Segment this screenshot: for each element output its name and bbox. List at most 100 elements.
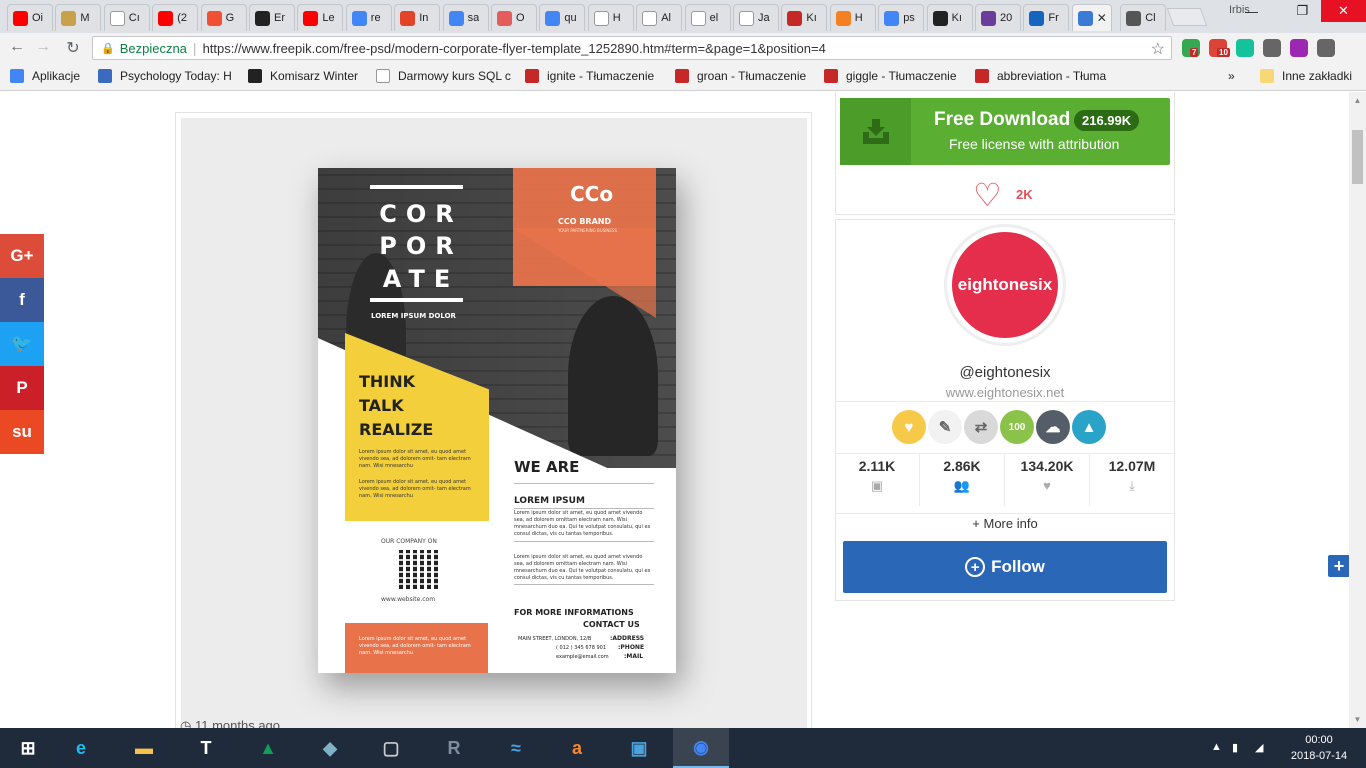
grammarly-icon[interactable] (1236, 39, 1254, 57)
bookmark-item[interactable]: Aplikacje (10, 69, 80, 83)
bookmark-item[interactable]: groan - Tłumaczenie (675, 69, 806, 83)
sublime-icon[interactable]: ◆ (302, 728, 358, 768)
address-bar[interactable]: 🔒 Bezpieczna | https://www.freepik.com/f… (92, 36, 1172, 60)
pinterest-icon[interactable]: P (0, 366, 44, 410)
bookmark-item[interactable]: Komisarz Winter (248, 69, 358, 83)
browser-tab[interactable]: Er (249, 4, 295, 31)
url-text[interactable]: https://www.freepik.com/free-psd/modern-… (203, 41, 826, 56)
storm-cloud-icon[interactable]: ☁ (1036, 410, 1070, 444)
browser-tab[interactable]: (2 (152, 4, 199, 31)
browser-tab[interactable]: H (829, 4, 876, 31)
r-studio-icon[interactable]: R (426, 728, 482, 768)
browser-tab[interactable]: M (55, 4, 102, 31)
bookmark-item[interactable]: ignite - Tłumaczenie (525, 69, 654, 83)
stat-divider (1089, 454, 1090, 506)
bookmark-star-icon[interactable]: ☆ (1151, 39, 1165, 59)
other-bookmarks[interactable]: Inne zakładki (1260, 69, 1352, 83)
browser-tab[interactable]: G (200, 4, 247, 31)
new-tab-button[interactable] (1166, 8, 1208, 26)
flame-globe-icon[interactable]: ▲ (1072, 410, 1106, 444)
comments-100-icon[interactable]: 100 (1000, 410, 1034, 444)
facebook-icon[interactable]: f (0, 278, 44, 322)
file-explorer-icon[interactable]: ▬ (116, 728, 172, 768)
google-drive-icon[interactable]: ▲ (240, 728, 296, 768)
twitter-icon[interactable]: 🐦 (0, 322, 44, 366)
frame-app-icon[interactable]: ▣ (611, 728, 667, 768)
network-icon[interactable]: ◢ (1255, 741, 1263, 754)
back-icon[interactable]: ← (6, 38, 28, 56)
page-scrollbar[interactable]: ▲ ▼ (1349, 92, 1366, 728)
tab-label: Er (274, 12, 285, 24)
virtual-machine-icon[interactable]: ▢ (363, 728, 419, 768)
browser-tab[interactable]: Fr (1023, 4, 1070, 31)
author-handle[interactable]: @eightonesix (835, 364, 1175, 381)
page-icon (593, 10, 609, 26)
tray-arrow-icon[interactable]: ▲ (1211, 741, 1222, 753)
free-download-button[interactable]: Free Download 216.99K Free license with … (840, 98, 1170, 165)
internet-explorer-icon[interactable]: e (53, 728, 109, 768)
browser-tab[interactable]: Le (297, 4, 344, 31)
colorwheel-icon[interactable] (1290, 39, 1308, 57)
like-heart-icon[interactable]: ♡ (973, 176, 1002, 214)
clock-time[interactable]: 00:00 (1289, 734, 1349, 746)
browser-tab[interactable]: Kı (926, 4, 973, 31)
extension-red-icon[interactable]: 10 (1209, 39, 1230, 57)
scroll-thumb[interactable] (1352, 130, 1363, 184)
tab-close-icon[interactable]: ✕ (1097, 11, 1107, 25)
stumbleupon-icon[interactable]: su (0, 410, 44, 454)
browser-tab[interactable]: Ja (733, 4, 779, 31)
browser-tab[interactable]: el (684, 4, 731, 31)
browser-tab[interactable]: ps (878, 4, 925, 31)
battery-icon[interactable]: ▮ (1232, 741, 1238, 754)
chrome-icon[interactable]: ◉ (673, 728, 729, 768)
side-add-icon[interactable]: + (1328, 555, 1350, 577)
flyer-preview-image[interactable]: COR POR ATE LOREM IPSUM DOLOR CCo CCO BR… (318, 168, 676, 673)
windows-start-icon[interactable]: ⊞ (0, 728, 56, 768)
browser-tab[interactable]: In (394, 4, 441, 31)
window-close-button[interactable]: ✕ (1321, 0, 1366, 22)
browser-tab[interactable]: H (587, 4, 634, 31)
bookmark-item[interactable]: Darmowy kurs SQL c (376, 69, 511, 83)
forward-icon[interactable]: → (32, 38, 54, 56)
bookmark-item[interactable]: abbreviation - Tłuma (975, 69, 1106, 83)
author-website[interactable]: www.eightonesix.net (835, 385, 1175, 400)
author-avatar[interactable]: eightonesix (952, 232, 1058, 338)
right-lorem-1: Lorem ipsum dolor sit amet, eu quod amet… (514, 510, 651, 537)
follow-button[interactable]: + Follow (843, 541, 1167, 593)
heart-medal-icon[interactable]: ♥ (892, 410, 926, 444)
share-shield-icon[interactable]: ⇄ (964, 410, 998, 444)
minimize-button[interactable]: — (1229, 0, 1274, 22)
scroll-down-arrow-icon[interactable]: ▼ (1349, 711, 1366, 728)
eyedropper-icon[interactable] (1263, 39, 1281, 57)
browser-tab[interactable]: Cl (1120, 4, 1167, 31)
more-info-link[interactable]: + More info (835, 516, 1175, 531)
typora-icon[interactable]: T (178, 728, 234, 768)
taskbar-glyph: ◉ (693, 736, 709, 757)
browser-tab[interactable]: ✕ (1071, 4, 1112, 31)
reload-icon[interactable]: ↻ (62, 38, 84, 58)
apps-icon (10, 69, 24, 83)
google-plus-icon[interactable]: G+ (0, 234, 44, 278)
bookmarks-overflow[interactable]: » (1228, 69, 1235, 83)
browser-tab[interactable]: Kı (781, 4, 828, 31)
scroll-up-arrow-icon[interactable]: ▲ (1349, 92, 1366, 109)
clock-date[interactable]: 2018-07-14 (1289, 750, 1349, 762)
browser-tab[interactable]: O (491, 4, 537, 31)
avast-icon[interactable]: a (549, 728, 605, 768)
browser-tab[interactable]: Al (636, 4, 683, 31)
browser-tab[interactable]: Oi (7, 4, 53, 31)
wunderlist-icon[interactable]: ≈ (488, 728, 544, 768)
bookmark-item[interactable]: Psychology Today: H (98, 69, 232, 83)
bookmark-item[interactable]: giggle - Tłumaczenie (824, 69, 957, 83)
extension-green-icon[interactable]: 7 (1182, 39, 1200, 57)
browser-tab[interactable]: 20 (975, 4, 1021, 31)
browser-tab[interactable]: qu (539, 4, 586, 31)
flyer-title-line-2: POR (379, 232, 463, 260)
pencil-icon[interactable]: ✎ (928, 410, 962, 444)
maximize-button[interactable]: ❐ (1280, 0, 1325, 22)
menu-icon[interactable] (1317, 39, 1335, 57)
browser-tab[interactable]: sa (442, 4, 489, 31)
browser-tab[interactable]: Cı (103, 4, 150, 31)
divider (836, 513, 1174, 514)
browser-tab[interactable]: re (345, 4, 392, 31)
